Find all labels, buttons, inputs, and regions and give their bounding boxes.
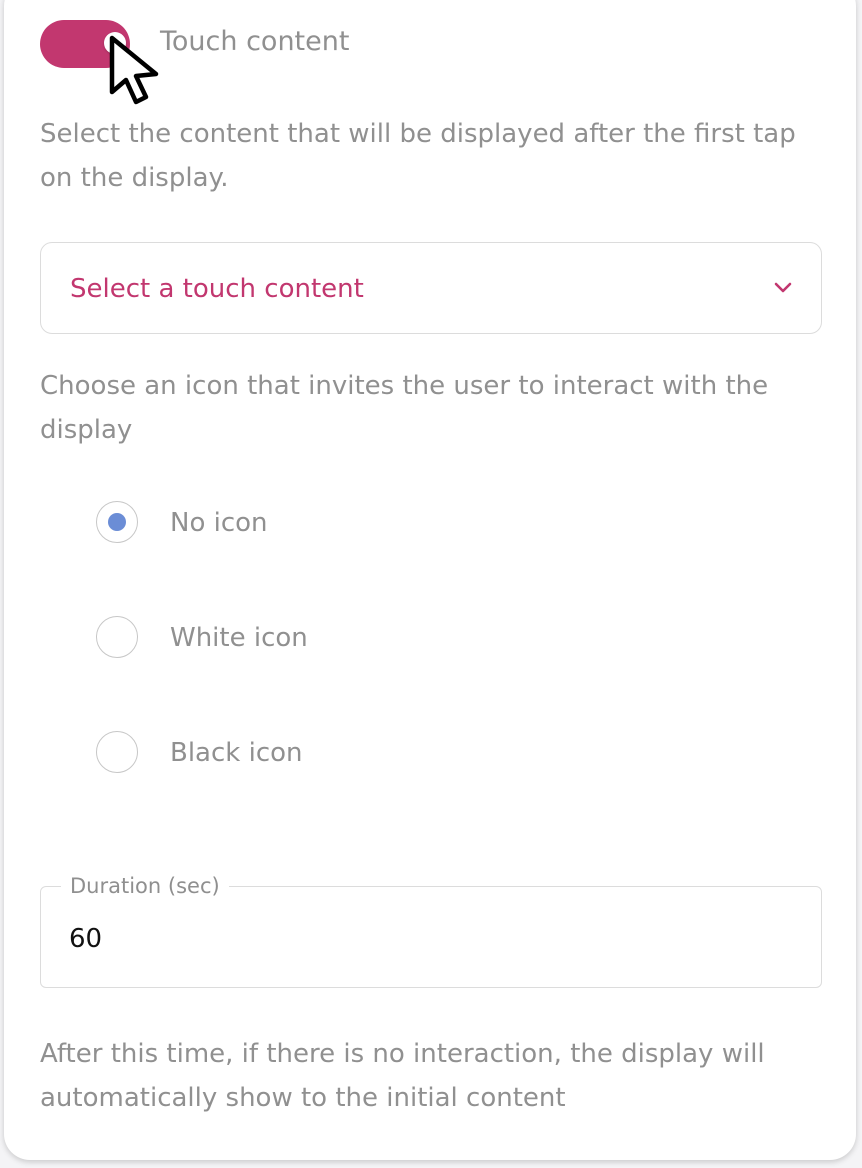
- touch-content-select[interactable]: Select a touch content: [40, 242, 822, 334]
- radio-label-no-icon: No icon: [170, 508, 268, 538]
- radio-button-no-icon[interactable]: [96, 501, 138, 543]
- duration-help-text: After this time, if there is no interact…: [40, 1039, 765, 1113]
- radio-label-black-icon: Black icon: [170, 738, 303, 768]
- chevron-down-icon: [774, 282, 792, 293]
- radio-option-white-icon[interactable]: White icon: [96, 616, 496, 660]
- arrow-cursor-icon: [109, 35, 159, 105]
- touch-content-toggle-label: Touch content: [160, 26, 350, 57]
- duration-input[interactable]: [69, 919, 769, 959]
- radio-button-white-icon[interactable]: [96, 616, 138, 658]
- icon-choice-help-text: Choose an icon that invites the user to …: [40, 371, 769, 445]
- duration-field-label: Duration (sec): [61, 873, 229, 899]
- radio-option-black-icon[interactable]: Black icon: [96, 731, 496, 775]
- radio-label-white-icon: White icon: [170, 623, 308, 653]
- radio-selected-dot: [108, 513, 126, 531]
- duration-field[interactable]: Duration (sec): [40, 873, 822, 988]
- touch-content-help-text: Select the content that will be displaye…: [40, 119, 796, 193]
- radio-option-no-icon[interactable]: No icon: [96, 501, 496, 545]
- touch-content-select-placeholder: Select a touch content: [70, 274, 364, 304]
- radio-button-black-icon[interactable]: [96, 731, 138, 773]
